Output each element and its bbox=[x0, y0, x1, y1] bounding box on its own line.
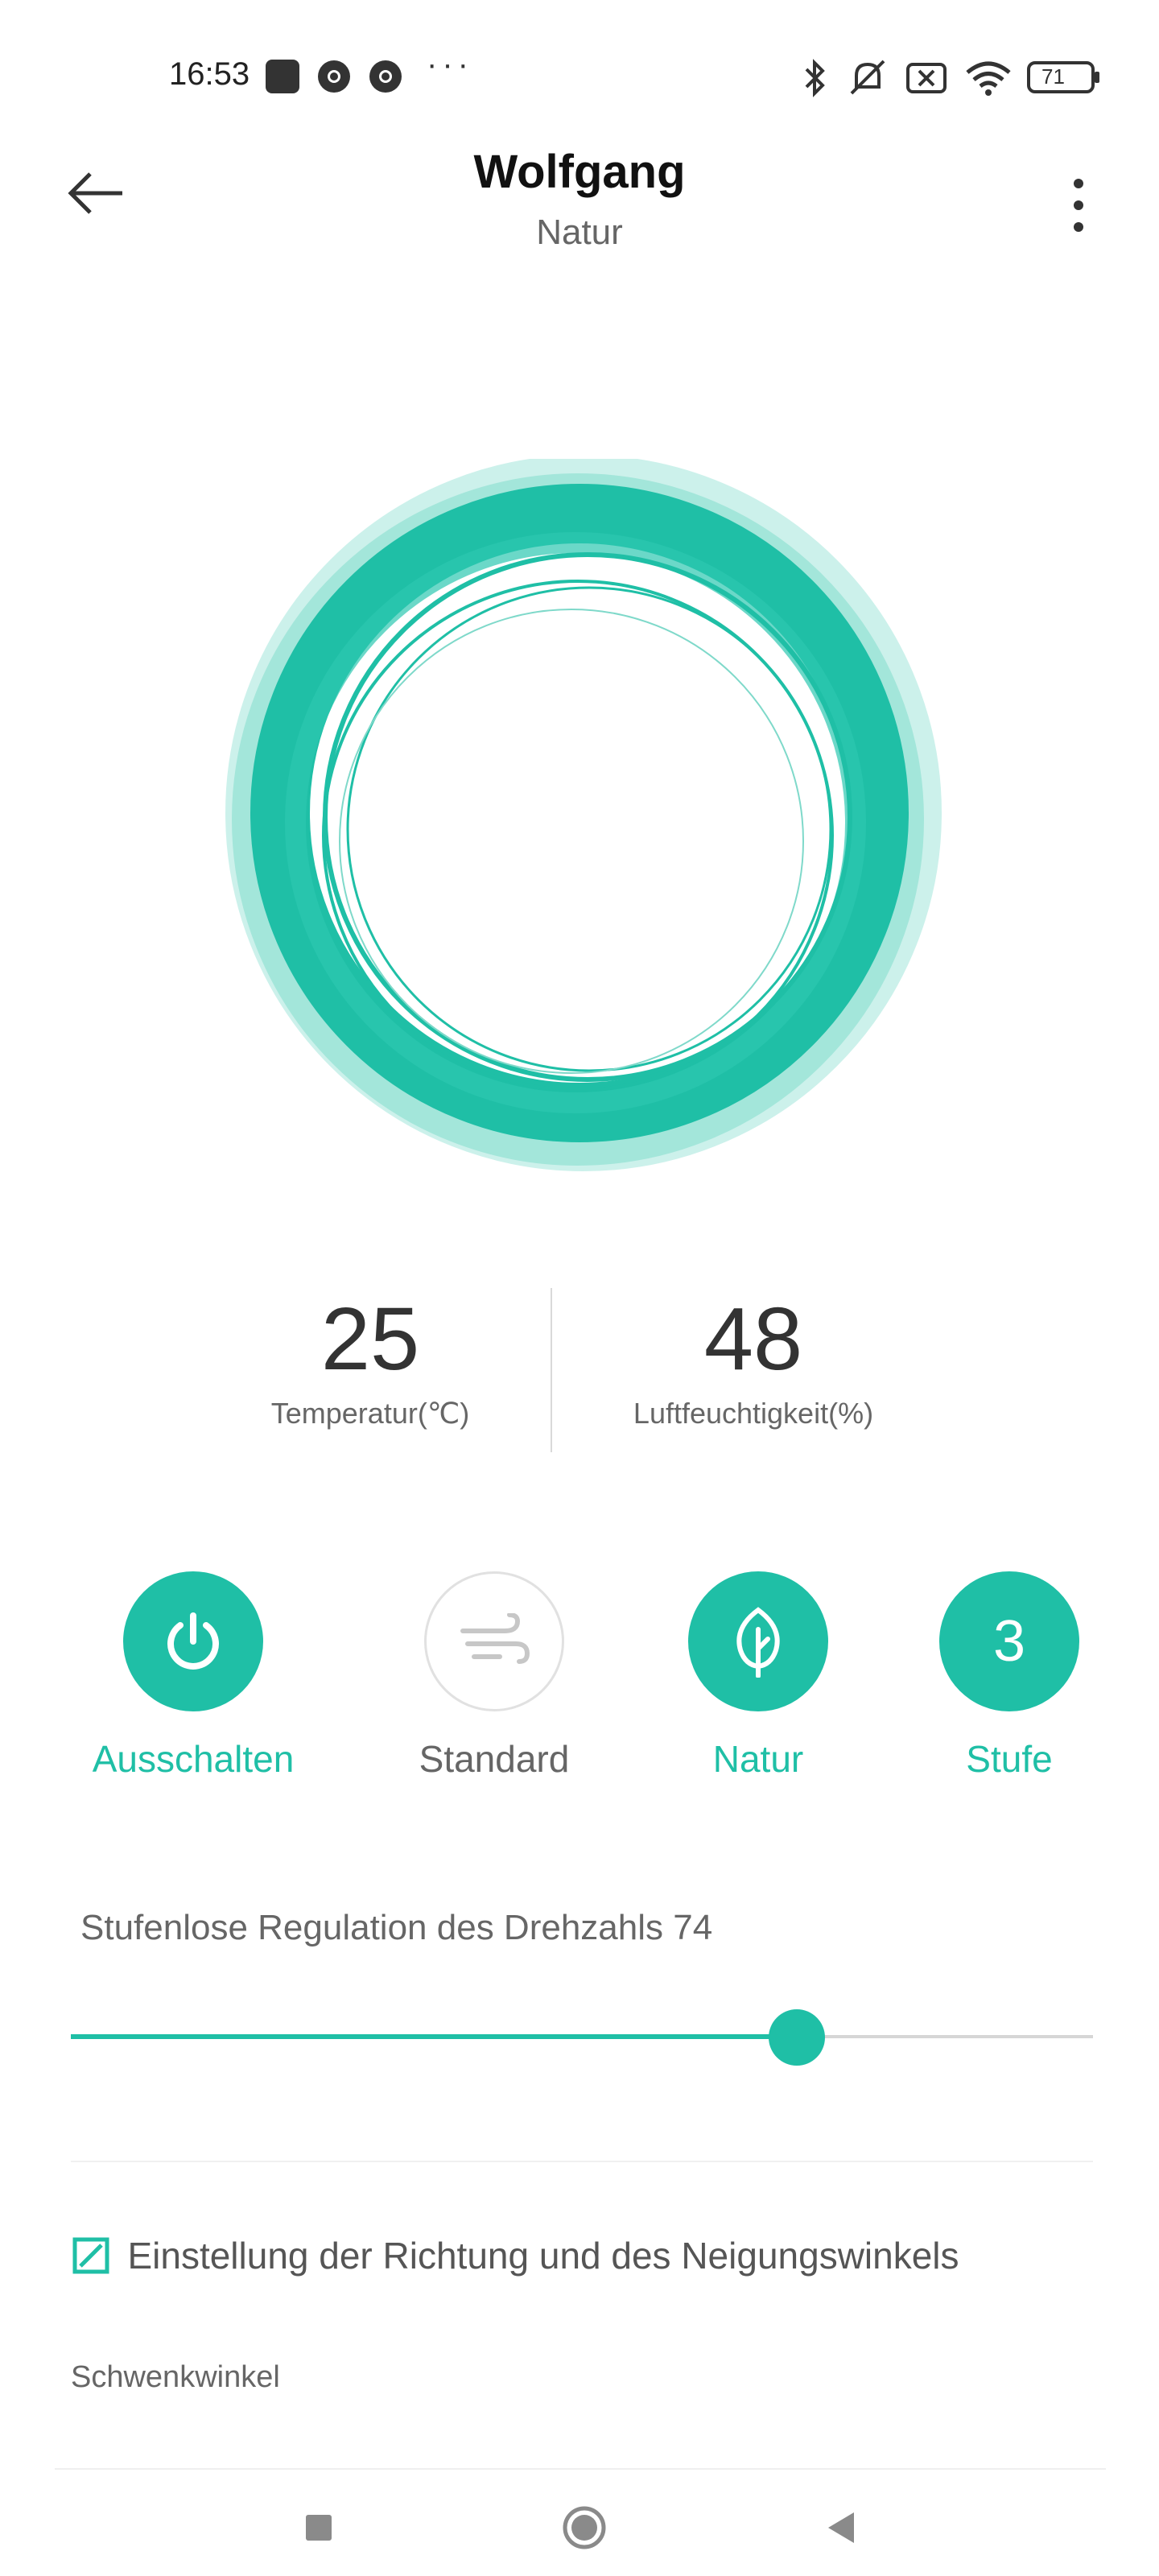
standard-mode-button[interactable]: Standard bbox=[365, 1571, 623, 1781]
nav-divider bbox=[55, 2468, 1106, 2470]
temperature-stat: 25 Temperatur(℃) bbox=[185, 1288, 555, 1430]
battery-level: 71 bbox=[1041, 64, 1065, 89]
humidity-stat: 48 Luftfeuchtigkeit(%) bbox=[568, 1288, 938, 1430]
humidity-label: Luftfeuchtigkeit(%) bbox=[633, 1397, 874, 1430]
edit-box-icon bbox=[72, 2237, 109, 2274]
more-vertical-icon bbox=[1074, 179, 1083, 232]
power-icon bbox=[167, 1612, 219, 1670]
direction-setting-row[interactable]: Einstellung der Richtung und des Neigung… bbox=[72, 2234, 959, 2277]
leaf-icon bbox=[736, 1607, 780, 1678]
page-title: Wolfgang bbox=[473, 146, 686, 198]
humidity-value: 48 bbox=[703, 1290, 803, 1389]
standard-circle bbox=[424, 1571, 564, 1711]
no-sim-icon bbox=[905, 58, 950, 102]
power-off-button[interactable]: Ausschalten bbox=[64, 1571, 322, 1781]
wind-icon bbox=[460, 1613, 530, 1664]
standard-mode-label: Standard bbox=[419, 1738, 570, 1780]
direction-setting-label: Einstellung der Richtung und des Neigung… bbox=[127, 2235, 959, 2277]
recents-icon bbox=[306, 2515, 332, 2541]
power-off-label: Ausschalten bbox=[92, 1738, 295, 1780]
nav-back-button[interactable] bbox=[802, 2496, 882, 2560]
recents-button[interactable] bbox=[278, 2496, 359, 2560]
stat-divider bbox=[551, 1288, 552, 1452]
chrome-icon bbox=[316, 58, 353, 99]
power-circle bbox=[123, 1571, 263, 1711]
speed-level-circle: 3 bbox=[939, 1571, 1079, 1711]
more-options-button[interactable] bbox=[1046, 169, 1111, 242]
status-time: 16:53 bbox=[169, 56, 250, 92]
natur-circle bbox=[688, 1571, 828, 1711]
app-icon bbox=[264, 58, 301, 99]
bluetooth-icon bbox=[798, 58, 831, 102]
chrome-icon bbox=[367, 58, 404, 99]
battery-icon: 71 bbox=[1027, 60, 1101, 99]
back-icon bbox=[828, 2512, 854, 2543]
mute-icon bbox=[845, 58, 890, 102]
speed-slider-label: Stufenlose Regulation des Drehzahls 74 bbox=[80, 1908, 713, 1947]
fan-ring-visual bbox=[217, 455, 942, 1187]
natur-mode-button[interactable]: Natur bbox=[629, 1571, 887, 1781]
speed-level-value: 3 bbox=[992, 1609, 1026, 1674]
temperature-value: 25 bbox=[320, 1290, 420, 1389]
section-divider bbox=[71, 2161, 1093, 2162]
speed-level-label: Stufe bbox=[966, 1738, 1053, 1780]
speed-slider-thumb[interactable] bbox=[768, 2009, 825, 2066]
speed-level-button[interactable]: 3 Stufe bbox=[881, 1571, 1138, 1781]
temperature-label: Temperatur(℃) bbox=[270, 1397, 470, 1430]
home-icon bbox=[563, 2506, 606, 2549]
wifi-icon bbox=[964, 58, 1013, 102]
more-notifications-icon: ··· bbox=[427, 47, 473, 82]
speed-slider-fill bbox=[71, 2034, 797, 2039]
swing-angle-label: Schwenkwinkel bbox=[71, 2360, 280, 2394]
home-button[interactable] bbox=[544, 2496, 625, 2560]
natur-mode-label: Natur bbox=[712, 1738, 804, 1780]
page-subtitle: Natur bbox=[536, 213, 623, 252]
